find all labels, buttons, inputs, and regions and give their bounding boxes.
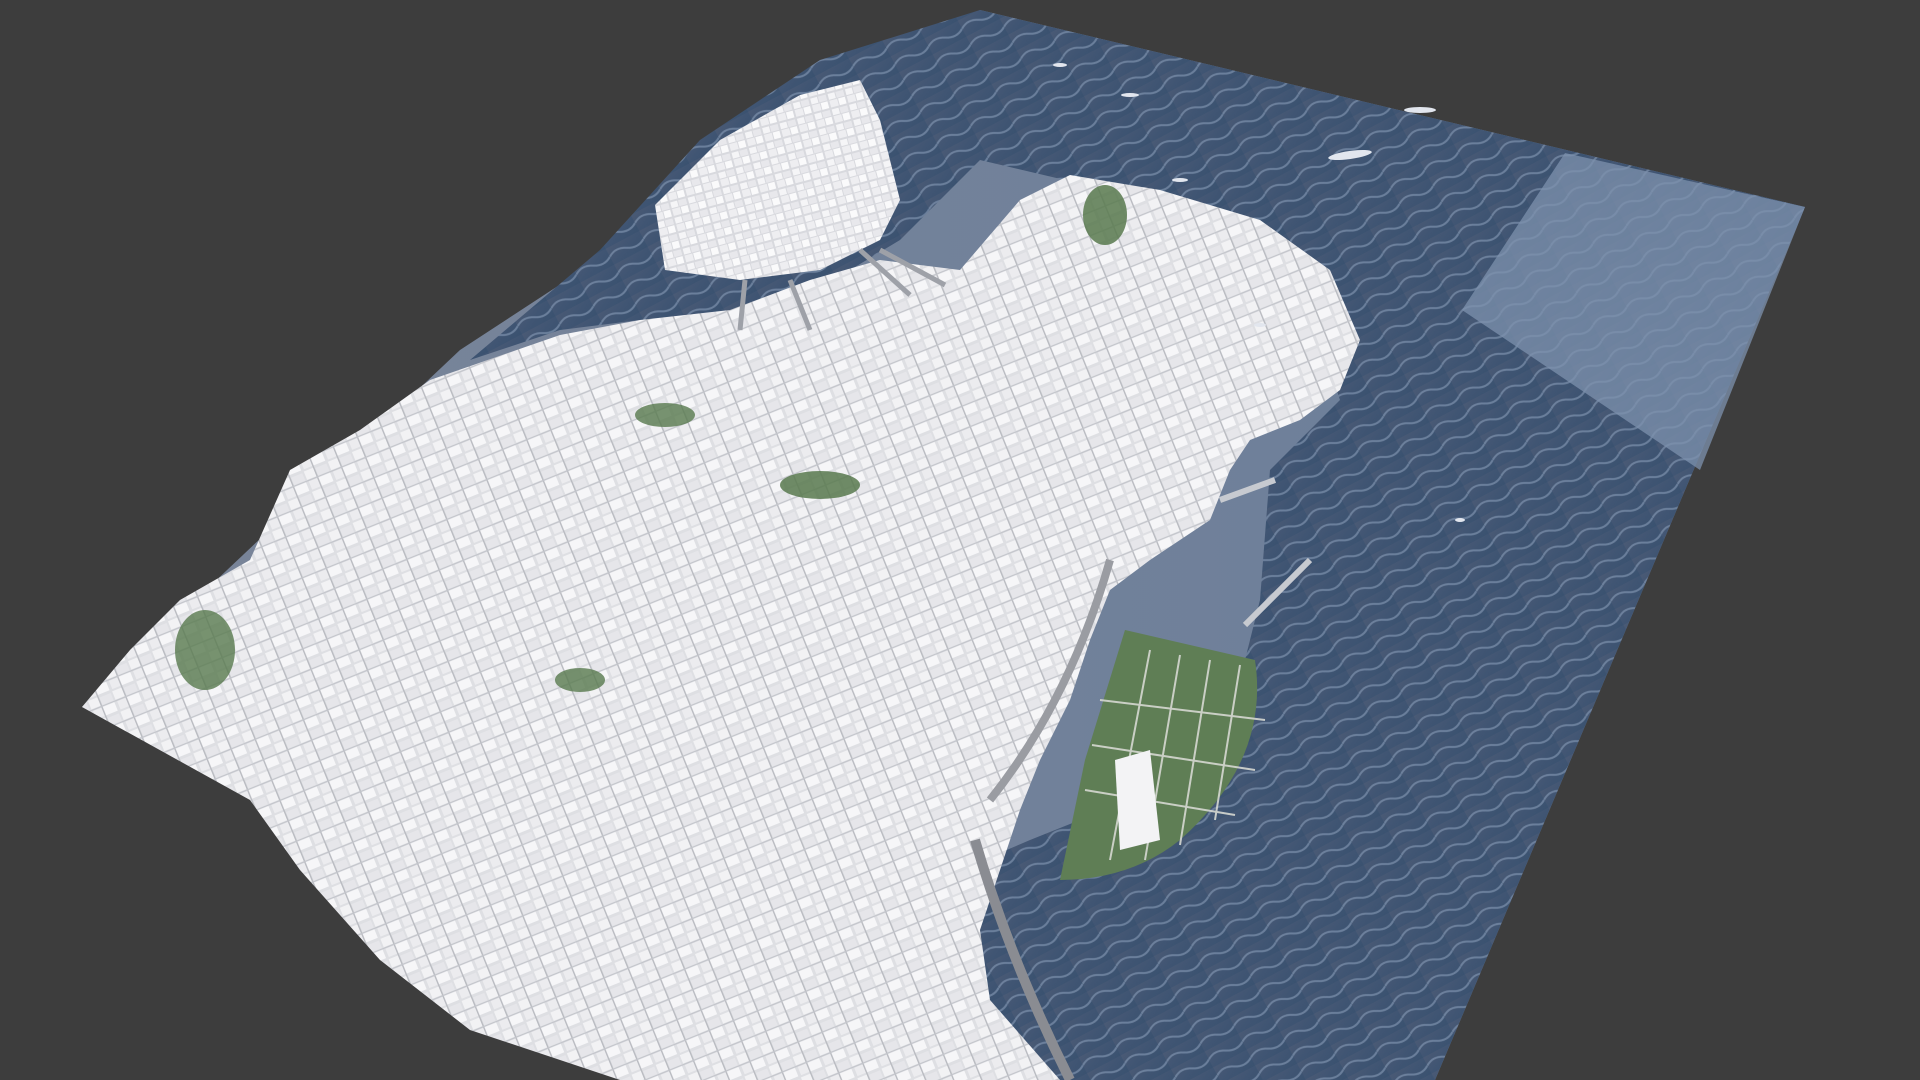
- city-scene[interactable]: [0, 0, 1920, 1080]
- 3d-viewport[interactable]: [0, 0, 1920, 1080]
